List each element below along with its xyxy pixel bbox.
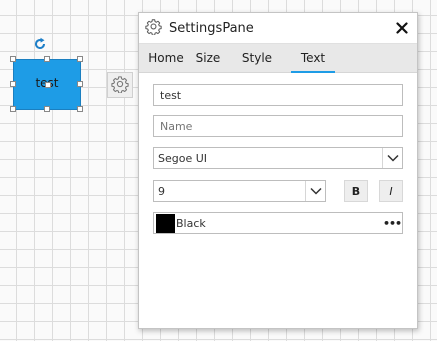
font-size-value: 9 (158, 184, 165, 198)
name-input[interactable] (153, 115, 403, 137)
node-pin-handle[interactable] (45, 82, 51, 88)
tab-label: Style (241, 51, 273, 65)
canvas-node[interactable]: test (10, 56, 83, 112)
font-size-select[interactable]: 9 (153, 180, 326, 202)
text-content-input[interactable] (153, 84, 403, 106)
settings-icon (145, 18, 162, 38)
resize-handle-bottom-right[interactable] (77, 106, 83, 112)
color-swatch[interactable] (156, 213, 175, 233)
resize-handle-bottom[interactable] (44, 106, 50, 112)
tab-text[interactable]: Text (291, 44, 335, 73)
chevron-down-icon[interactable] (382, 148, 402, 168)
bold-button[interactable]: B (344, 180, 368, 202)
tab-label: Home (148, 51, 184, 65)
bold-label: B (351, 184, 361, 198)
node-settings-button[interactable] (107, 72, 133, 98)
font-family-select[interactable]: Segoe UI (153, 147, 403, 169)
color-name: Black (176, 216, 206, 230)
tab-home[interactable]: Home (139, 44, 193, 72)
resize-handle-top[interactable] (44, 56, 50, 62)
rotate-handle-icon[interactable] (33, 37, 47, 51)
resize-handle-top-right[interactable] (77, 56, 83, 62)
more-options-icon[interactable]: ••• (382, 217, 402, 230)
close-icon[interactable] (393, 19, 411, 37)
font-color-picker[interactable]: Black ••• (153, 212, 403, 234)
pane-title: SettingsPane (169, 20, 254, 36)
italic-button[interactable]: I (379, 180, 403, 202)
settings-pane: SettingsPane Home Size Style Text Segoe … (138, 12, 418, 329)
tab-size[interactable]: Size (193, 44, 223, 72)
tab-label: Text (300, 51, 326, 65)
chevron-down-icon[interactable] (305, 181, 325, 201)
tab-style[interactable]: Style (223, 44, 291, 72)
resize-handle-right[interactable] (77, 81, 83, 87)
resize-handle-bottom-left[interactable] (10, 106, 16, 112)
pane-header[interactable]: SettingsPane (139, 13, 417, 43)
tab-bar: Home Size Style Text (139, 43, 417, 73)
resize-handle-left[interactable] (10, 81, 16, 87)
gear-icon (111, 75, 129, 96)
tab-label: Size (195, 51, 221, 65)
resize-handle-top-left[interactable] (10, 56, 16, 62)
font-family-value: Segoe UI (158, 151, 208, 165)
italic-label: I (389, 184, 393, 198)
